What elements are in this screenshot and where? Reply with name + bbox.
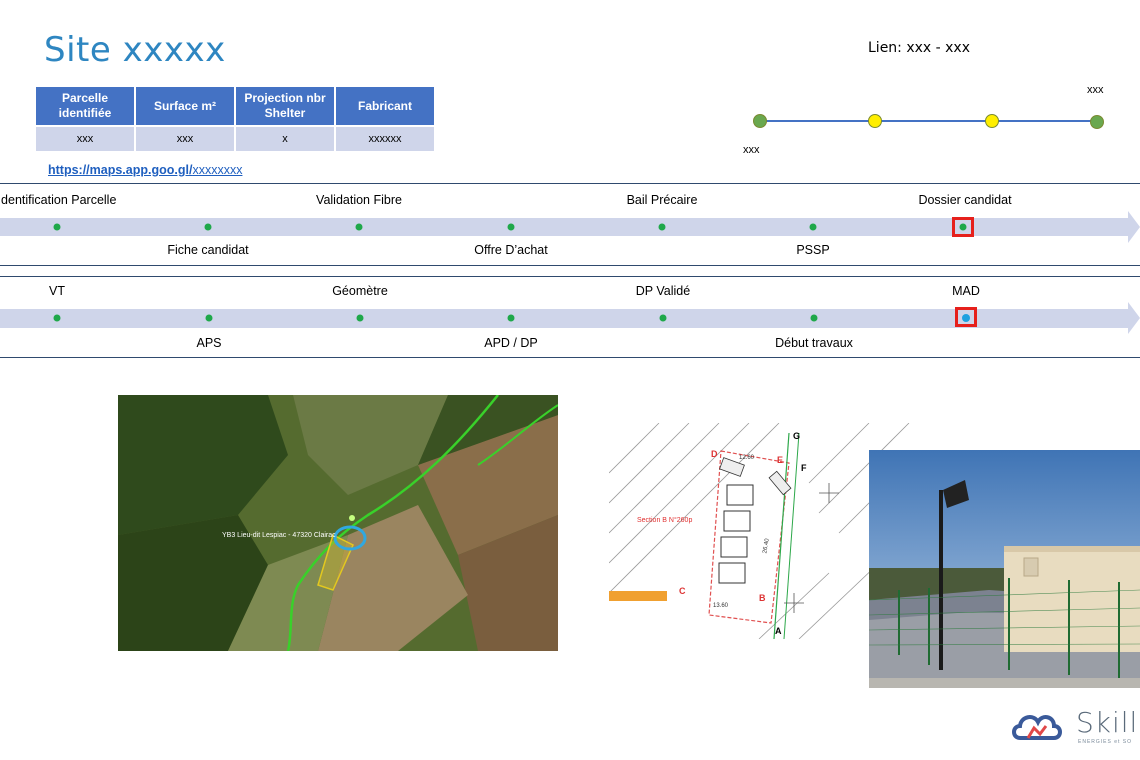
maps-link-id: xxxxxxxx (192, 163, 243, 177)
timeline2-dot (356, 314, 364, 322)
step-validation-fibre: Validation Fibre (316, 193, 402, 207)
step-geometre: Géomètre (332, 284, 388, 298)
cell-surface: xxx (136, 127, 234, 151)
cell-fabricant: xxxxxx (336, 127, 434, 151)
plan-point-f: F (801, 463, 807, 473)
timeline2-bottom-rule (0, 357, 1140, 358)
plan-point-c: C (679, 586, 686, 596)
company-logo: Skill ENERGIES et SO (1010, 706, 1140, 746)
current-step-highlight (952, 217, 974, 237)
plan-dim-top: 12.60 (739, 455, 755, 461)
timeline2-dot (205, 314, 213, 322)
parcel-label: YB3 Lieu-dit Lespiac - 47320 Clairac (222, 532, 336, 539)
header-projection: Projection nbr Shelter (236, 87, 334, 125)
plan-point-d: D (711, 449, 718, 459)
timeline2-arrow (1128, 302, 1140, 334)
timeline1-dot (658, 223, 666, 231)
table-row: xxx xxx x xxxxxx (36, 127, 434, 151)
header-surface: Surface m² (136, 87, 234, 125)
link-left-label: xxx (743, 144, 760, 156)
step-debut-travaux: Début travaux (775, 336, 853, 350)
step-identification-parcelle: Identification Parcelle (0, 193, 117, 207)
plan-dim-bottom: 13.60 (713, 603, 729, 609)
step-mad: MAD (952, 284, 980, 298)
link-label: Lien: xxx - xxx (868, 40, 971, 56)
timeline1-arrow (1128, 211, 1140, 243)
link-node-3 (985, 114, 999, 128)
timeline1-dot (809, 223, 817, 231)
timeline2-dot (53, 314, 61, 322)
shelter-photo (869, 450, 1140, 688)
logo-tagline: ENERGIES et SO (1078, 739, 1133, 745)
step-bail-precaire: Bail Précaire (626, 193, 698, 207)
step-dossier-candidat: Dossier candidat (918, 193, 1012, 207)
logo-name: Skill (1076, 706, 1139, 739)
plan-point-b: B (759, 593, 766, 603)
step-apd-dp: APD / DP (484, 336, 538, 350)
step-offre-achat: Offre D’achat (474, 243, 548, 257)
step-fiche-candidat: Fiche candidat (167, 243, 249, 257)
cell-parcelle: xxx (36, 127, 134, 151)
step-pssp: PSSP (796, 243, 830, 257)
shelter-photo-graphic (869, 450, 1140, 688)
step-dp-valide: DP Validé (635, 284, 691, 298)
step-aps: APS (196, 336, 222, 350)
link-line (760, 120, 1098, 122)
cloud-logo-icon (1012, 715, 1062, 740)
current-step-highlight (955, 307, 977, 327)
timeline1-bottom-rule (0, 265, 1140, 266)
plan-point-g: G (793, 431, 801, 441)
timeline2-dot (810, 314, 818, 322)
link-right-label: xxx (1087, 84, 1104, 96)
link-node-2 (868, 114, 882, 128)
timeline1-top-rule (0, 183, 1140, 184)
timeline1-dot (507, 223, 515, 231)
link-node-end (1090, 115, 1104, 129)
plan-section-label: Section B N°260p (637, 517, 693, 524)
header-fabricant: Fabricant (336, 87, 434, 125)
timeline2-dot (507, 314, 515, 322)
timeline1-dot (355, 223, 363, 231)
maps-link[interactable]: https://maps.app.goo.gl/xxxxxxxx (48, 163, 242, 177)
link-node-start (753, 114, 767, 128)
plan-point-a: A (775, 626, 782, 636)
timeline1-dot (53, 223, 61, 231)
timeline2-top-rule (0, 276, 1140, 277)
site-info-table: Parcelle identifiée Surface m² Projectio… (34, 85, 436, 153)
step-vt: VT (49, 284, 65, 298)
cell-projection: x (236, 127, 334, 151)
plan-point-e: E (777, 455, 784, 465)
page-title: Site xxxxx (44, 30, 226, 70)
satellite-map-graphic (118, 395, 558, 651)
maps-link-base: https://maps.app.goo.gl/ (48, 163, 193, 177)
table-header-row: Parcelle identifiée Surface m² Projectio… (36, 87, 434, 125)
timeline1-dot (204, 223, 212, 231)
timeline2-dot (659, 314, 667, 322)
header-parcelle: Parcelle identifiée (36, 87, 134, 125)
satellite-map-image: YB3 Lieu-dit Lespiac - 47320 Clairac (118, 395, 558, 651)
